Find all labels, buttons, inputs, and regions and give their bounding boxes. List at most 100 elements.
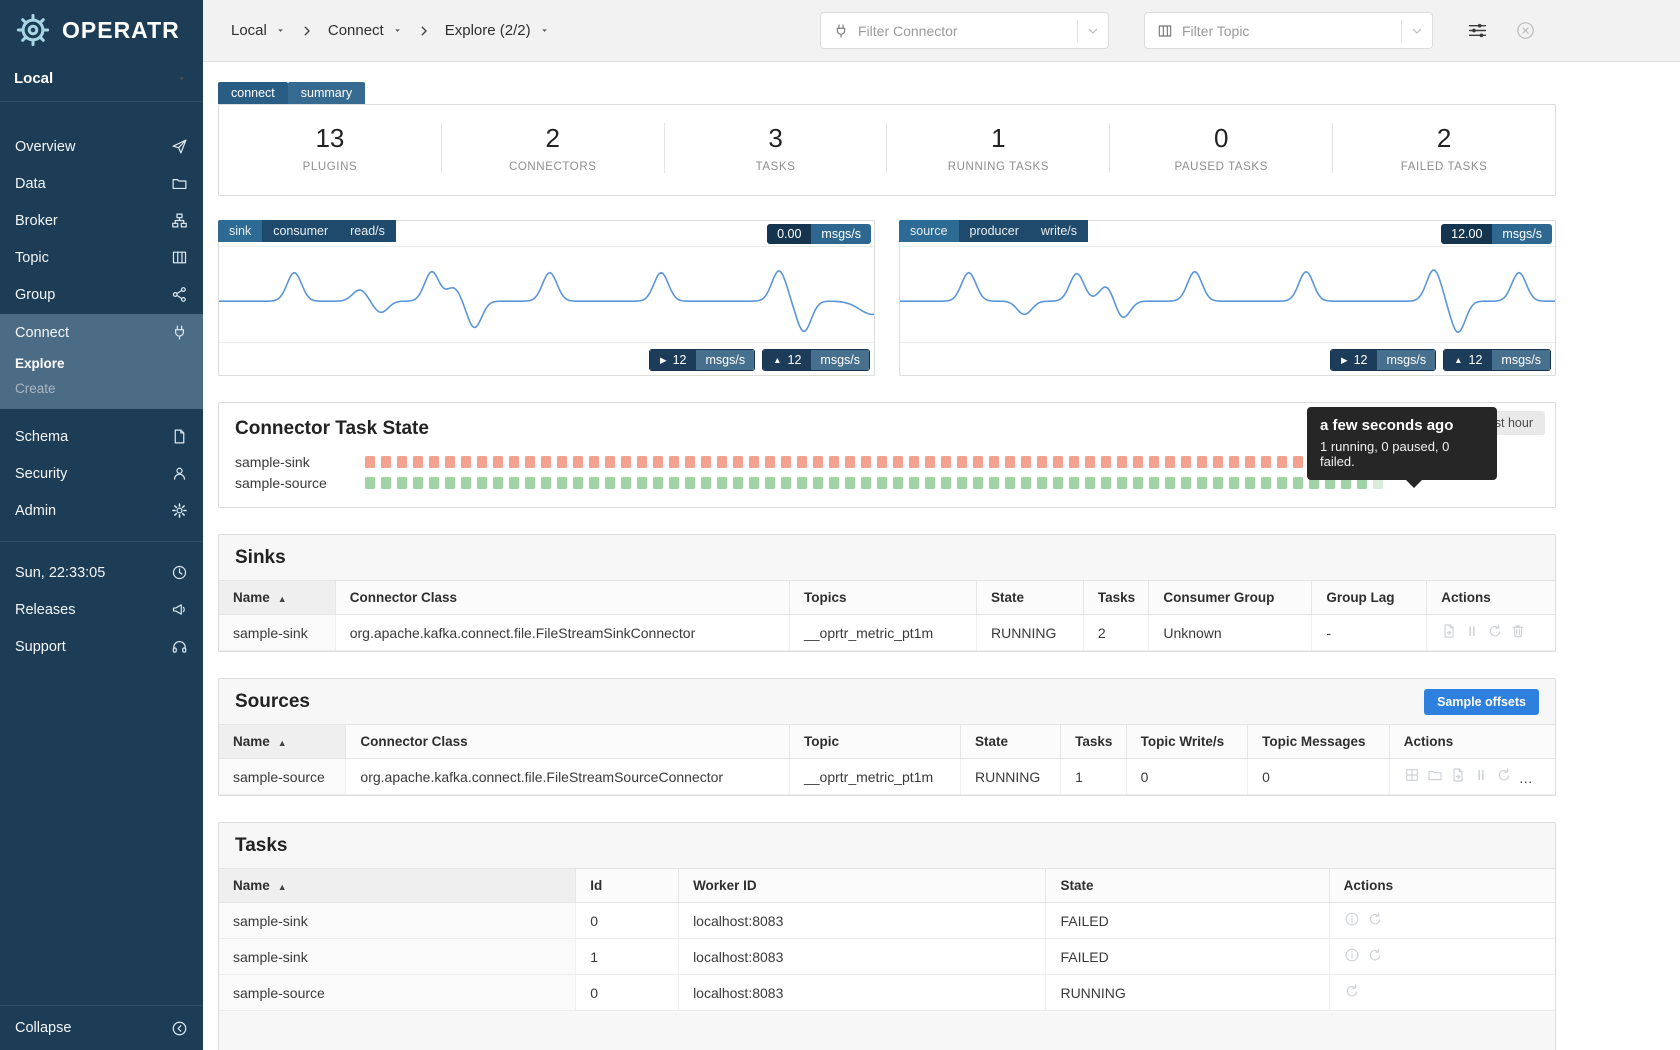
task-state-square[interactable]	[669, 477, 679, 489]
column-header-actions[interactable]: Actions	[1389, 725, 1555, 759]
column-header-state[interactable]: State	[1046, 869, 1329, 903]
task-state-square[interactable]	[637, 456, 647, 468]
refresh-icon[interactable]	[1367, 947, 1383, 963]
task-state-square[interactable]	[845, 456, 855, 468]
column-header-tasks[interactable]: Tasks	[1083, 581, 1148, 615]
task-state-square[interactable]	[573, 477, 583, 489]
task-state-square[interactable]	[733, 477, 743, 489]
column-header-state[interactable]: State	[960, 725, 1060, 759]
column-header-consumer-group[interactable]: Consumer Group	[1149, 581, 1312, 615]
task-state-square[interactable]	[765, 477, 775, 489]
task-state-square[interactable]	[477, 477, 487, 489]
refresh-icon[interactable]	[1367, 911, 1383, 927]
breadcrumb-local[interactable]: Local	[231, 22, 286, 39]
chevron-down-icon[interactable]	[1078, 23, 1108, 39]
refresh-icon[interactable]	[1487, 623, 1503, 639]
task-state-square[interactable]	[1101, 456, 1111, 468]
info-icon[interactable]	[1344, 911, 1360, 927]
column-header-connector-class[interactable]: Connector Class	[346, 725, 790, 759]
task-state-square[interactable]	[957, 456, 967, 468]
column-header-tasks[interactable]: Tasks	[1061, 725, 1126, 759]
task-state-square[interactable]	[893, 477, 903, 489]
task-state-square[interactable]	[1037, 456, 1047, 468]
task-state-square[interactable]	[381, 456, 391, 468]
task-state-square[interactable]	[973, 456, 983, 468]
column-header-topic-messages[interactable]: Topic Messages	[1248, 725, 1390, 759]
column-header-topic[interactable]: Topic	[789, 725, 960, 759]
task-state-square[interactable]	[1117, 456, 1127, 468]
task-state-square[interactable]	[1133, 477, 1143, 489]
filter-settings-icon[interactable]	[1467, 20, 1488, 41]
chart-tag-consumer[interactable]: consumer	[262, 220, 339, 242]
task-state-square[interactable]	[781, 456, 791, 468]
task-state-square[interactable]	[893, 456, 903, 468]
chart-tag-read-s[interactable]: read/s	[339, 220, 396, 242]
task-state-square[interactable]	[1277, 477, 1287, 489]
task-state-square[interactable]	[573, 456, 583, 468]
sidebar-item-group[interactable]: Group	[0, 276, 203, 313]
task-state-square[interactable]	[861, 456, 871, 468]
refresh-icon[interactable]	[1496, 767, 1512, 783]
task-state-square[interactable]	[1245, 456, 1255, 468]
task-state-square[interactable]	[813, 456, 823, 468]
sidebar-item-security[interactable]: Security	[0, 455, 203, 492]
task-state-square[interactable]	[1165, 477, 1175, 489]
task-state-square[interactable]	[1149, 477, 1159, 489]
task-state-square[interactable]	[1133, 456, 1143, 468]
refresh-icon[interactable]	[1344, 983, 1360, 999]
task-state-square[interactable]	[781, 477, 791, 489]
collapse-button[interactable]: Collapse	[0, 1006, 203, 1050]
grid-icon[interactable]	[1404, 767, 1420, 783]
task-state-square[interactable]	[1165, 456, 1175, 468]
sidebar-item-broker[interactable]: Broker	[0, 202, 203, 239]
column-header-name[interactable]: Name▲	[219, 869, 576, 903]
task-state-square[interactable]	[845, 477, 855, 489]
column-header-topics[interactable]: Topics	[789, 581, 976, 615]
column-header-topic-write-s[interactable]: Topic Write/s	[1126, 725, 1248, 759]
filter-connector-input[interactable]	[858, 23, 1077, 39]
task-state-square[interactable]	[429, 456, 439, 468]
task-state-square[interactable]	[589, 477, 599, 489]
filter-topic-input[interactable]	[1182, 23, 1401, 39]
task-state-square[interactable]	[429, 477, 439, 489]
table-row[interactable]: sample-sourceorg.apache.kafka.connect.fi…	[219, 759, 1555, 795]
task-state-square[interactable]	[1293, 456, 1303, 468]
task-state-square[interactable]	[797, 477, 807, 489]
task-state-square[interactable]	[589, 456, 599, 468]
sample-offsets-button[interactable]: Sample offsets	[1424, 689, 1539, 715]
file-export-icon[interactable]	[1441, 623, 1457, 639]
task-state-square[interactable]	[1229, 477, 1239, 489]
task-state-square[interactable]	[1245, 477, 1255, 489]
task-state-square[interactable]	[381, 477, 391, 489]
task-state-square[interactable]	[509, 456, 519, 468]
task-state-square[interactable]	[1005, 456, 1015, 468]
task-state-square[interactable]	[973, 477, 983, 489]
task-state-square[interactable]	[1293, 477, 1303, 489]
table-row[interactable]: sample-sinkorg.apache.kafka.connect.file…	[219, 615, 1555, 651]
task-state-square[interactable]	[1213, 477, 1223, 489]
task-state-square[interactable]	[1181, 456, 1191, 468]
task-state-square[interactable]	[749, 456, 759, 468]
task-state-square[interactable]	[957, 477, 967, 489]
task-state-square[interactable]	[797, 456, 807, 468]
breadcrumb-explore[interactable]: Explore (2/2)	[445, 22, 550, 39]
task-state-square[interactable]	[605, 456, 615, 468]
sidebar-subitem-create[interactable]: Create	[0, 376, 203, 401]
task-state-square[interactable]	[1213, 456, 1223, 468]
info-icon[interactable]	[1344, 947, 1360, 963]
cluster-selector[interactable]: Local	[0, 60, 203, 102]
task-state-square[interactable]	[1229, 456, 1239, 468]
chart-tag-sink[interactable]: sink	[218, 220, 262, 242]
task-state-square[interactable]	[701, 456, 711, 468]
task-state-square[interactable]	[365, 456, 375, 468]
trash-icon[interactable]	[1510, 623, 1526, 639]
task-state-square[interactable]	[1037, 477, 1047, 489]
task-state-square[interactable]	[461, 477, 471, 489]
chart-tag-write-s[interactable]: write/s	[1030, 220, 1088, 242]
sidebar-item-data[interactable]: Data	[0, 165, 203, 202]
column-header-id[interactable]: Id	[576, 869, 679, 903]
task-state-square[interactable]	[941, 456, 951, 468]
table-row[interactable]: sample-sink1localhost:8083FAILED	[219, 939, 1555, 975]
task-state-square[interactable]	[1021, 477, 1031, 489]
task-state-square[interactable]	[701, 477, 711, 489]
